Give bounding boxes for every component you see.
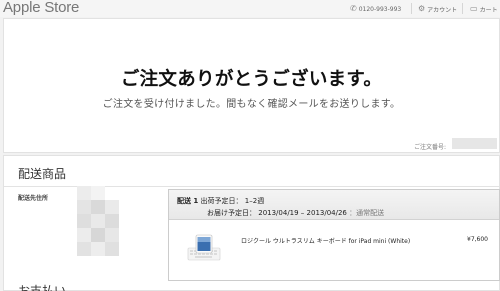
product-thumbnail[interactable]	[187, 234, 221, 262]
delivery-date-label: お届け予定日：	[207, 209, 256, 217]
shipment-card-header: 配送 1 出荷予定日： 1–2週 お届け予定日： 2013/04/19 – 20…	[169, 190, 499, 220]
cart-label: カート	[479, 6, 498, 14]
top-bar: Apple Store ✆ 0120-993-993 ⚙ アカウント ▭ カート	[0, 0, 500, 17]
shipping-address-label: 配送先住所	[18, 195, 49, 202]
phone-icon: ✆	[350, 4, 357, 13]
delivery-method: ：通常配送	[349, 209, 385, 217]
ship-date-label: 出荷予定日：	[200, 197, 243, 205]
confirmation-panel: ご注文ありがとうございます。 ご注文を受け付けました。間もなく確認メールをお送り…	[3, 18, 500, 153]
ship-date-value: 1–2週	[244, 197, 265, 205]
cart-icon: ▭	[470, 4, 478, 13]
gear-icon: ⚙	[418, 4, 426, 13]
shipping-section-title: 配送商品	[18, 167, 67, 181]
cart-link[interactable]: ▭ カート	[470, 3, 498, 15]
order-number-label: ご注文番号:	[414, 144, 447, 151]
product-price: ¥7,600	[467, 236, 488, 243]
shipment-card: 配送 1 出荷予定日： 1–2週 お届け予定日： 2013/04/19 – 20…	[168, 189, 500, 281]
confirmation-message: ご注文を受け付けました。間もなく確認メールをお送りします。	[102, 99, 401, 110]
delivery-line: お届け予定日： 2013/04/19 – 2013/04/26 ：通常配送	[207, 208, 384, 218]
account-label: アカウント	[427, 6, 458, 14]
thank-you-heading: ご注文ありがとうございます。	[120, 69, 383, 90]
nav-divider	[411, 3, 412, 14]
phone-contact[interactable]: ✆ 0120-993-993	[350, 3, 401, 15]
shipment-line: 配送 1 出荷予定日： 1–2週	[177, 196, 264, 206]
shipment-label: 配送 1	[177, 197, 199, 205]
shipping-panel: 配送商品 配送先住所 配送 1 出荷予定日： 1–2週 お届け予定日： 2013…	[3, 155, 500, 291]
apple-store-logo[interactable]: Apple Store	[3, 0, 79, 16]
order-number-value-redacted	[452, 138, 497, 149]
delivery-date-range: 2013/04/19 – 2013/04/26	[258, 209, 347, 217]
phone-number: 0120-993-993	[358, 5, 402, 13]
payment-section-title: お支払い	[18, 284, 67, 291]
product-name: ロジクール ウルトラスリム キーボード for iPad mini (White…	[241, 238, 411, 245]
nav-divider	[462, 3, 463, 14]
account-link[interactable]: ⚙ アカウント	[418, 3, 457, 15]
